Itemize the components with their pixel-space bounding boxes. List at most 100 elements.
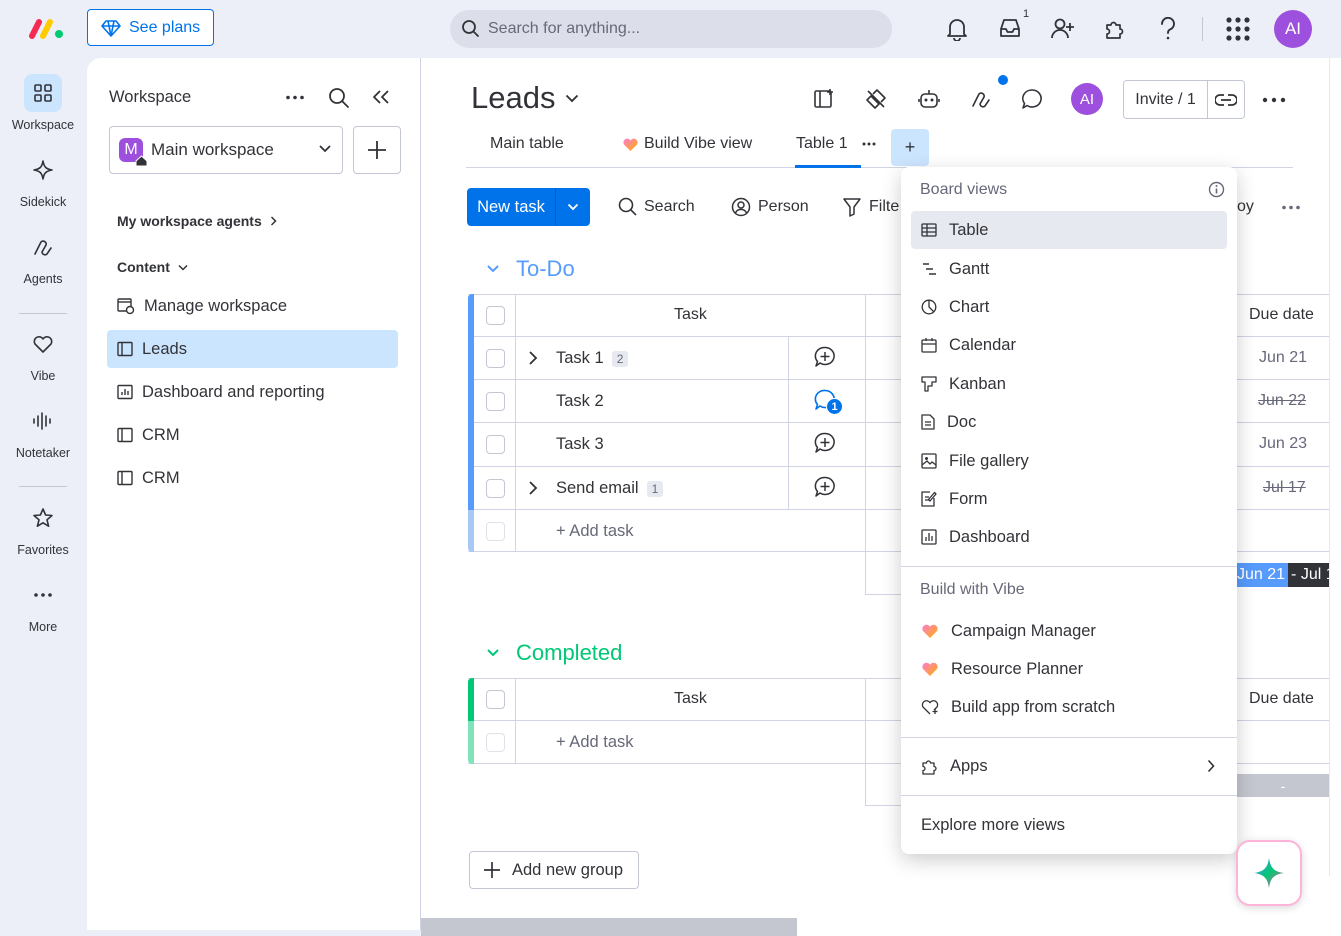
expand-subitems-icon[interactable] [528,480,538,496]
app-switcher-grid-icon[interactable] [1225,16,1251,42]
invite-button[interactable]: Invite / 1 [1124,81,1208,118]
view-option-kanban[interactable]: Kanban [911,365,1227,403]
add-update-icon[interactable] [814,476,836,498]
sidebar-item-leads[interactable]: Leads [107,330,398,368]
view-option-table[interactable]: Table [911,211,1227,249]
view-option-form[interactable]: Form [911,480,1227,518]
sidebar-item-crm[interactable]: CRM [107,416,398,454]
group-title-todo[interactable]: To-Do [516,256,575,282]
sidebar-more-icon[interactable] [285,95,305,100]
add-new-group-button[interactable]: Add new group [469,851,639,889]
integrations-icon[interactable] [865,88,887,110]
add-update-icon[interactable] [814,432,836,454]
add-update-icon[interactable] [814,346,836,368]
table-row[interactable]: Task 1 2 [556,349,629,368]
board-member-avatar[interactable]: AI [1071,83,1103,115]
vibe-option-build-from-scratch[interactable]: Build app from scratch [911,688,1227,726]
group-by-button-fragment[interactable]: oy [1237,198,1254,216]
table-icon [921,223,937,237]
select-all-checkbox[interactable] [486,306,505,325]
tab-build-vibe-view[interactable]: Build Vibe view [622,135,752,153]
due-date-cell[interactable]: Jun 23 [1259,435,1307,453]
rail-item-favorites[interactable]: Favorites [0,499,86,557]
board-title[interactable]: Leads [471,80,579,116]
row-checkbox[interactable] [486,435,505,454]
expand-subitems-icon[interactable] [528,350,538,366]
user-avatar[interactable]: AI [1274,10,1312,48]
group-collapse-chevron-icon[interactable] [486,264,500,274]
vibe-option-resource-planner[interactable]: Resource Planner [911,650,1227,688]
filter-button[interactable]: Filte [842,197,899,217]
horizontal-scrollbar[interactable] [421,918,797,936]
copy-link-button[interactable] [1208,81,1244,118]
collapse-sidebar-icon[interactable] [372,89,390,105]
notifications-bell-icon[interactable] [946,17,968,41]
ai-assistant-button[interactable] [1236,840,1302,906]
add-task-input[interactable]: + Add task [556,733,634,752]
workspace-agents-link[interactable]: My workspace agents [117,213,277,229]
monday-logo[interactable] [28,16,66,40]
rail-item-notetaker[interactable]: Notetaker [0,402,86,460]
add-view-button[interactable]: + [891,129,929,166]
toolbar-more-icon[interactable] [1281,205,1301,210]
rail-item-workspace[interactable]: Workspace [0,74,86,132]
table-row[interactable]: Task 2 [556,392,604,411]
tab-options-icon[interactable] [862,142,876,146]
vibe-option-campaign-manager[interactable]: Campaign Manager [911,612,1227,650]
rail-item-vibe[interactable]: Vibe [0,325,86,383]
apps-puzzle-icon[interactable] [1103,17,1127,41]
automations-robot-icon[interactable] [918,88,940,110]
add-task-input[interactable]: + Add task [556,522,634,541]
explore-more-views-item[interactable]: Explore more views [911,806,1227,844]
row-checkbox[interactable] [486,392,505,411]
vertical-scrollbar[interactable] [1329,58,1341,876]
apps-submenu-item[interactable]: Apps [911,747,1227,785]
agents-icon[interactable] [970,88,992,110]
info-icon[interactable] [1208,181,1225,198]
menu-divider [901,737,1237,738]
sidebar-item-crm[interactable]: CRM [107,459,398,497]
view-option-doc[interactable]: Doc [911,403,1227,441]
sidebar-item-manage-workspace[interactable]: Manage workspace [107,287,398,325]
help-icon[interactable] [1159,17,1177,41]
due-date-cell[interactable]: Jul 17 [1263,479,1306,497]
add-workspace-item-button[interactable] [353,126,401,174]
sidebar-item-dashboard[interactable]: Dashboard and reporting [107,373,398,411]
table-row[interactable]: Task 3 [556,435,604,454]
see-plans-button[interactable]: See plans [87,9,214,46]
sidekick-panel-icon[interactable] [813,88,835,110]
row-checkbox[interactable] [486,479,505,498]
rail-item-agents[interactable]: Agents [0,228,86,286]
group-title-completed[interactable]: Completed [516,640,622,666]
select-all-checkbox[interactable] [486,690,505,709]
board-more-icon[interactable] [1262,97,1286,103]
table-row[interactable]: Send email 1 [556,479,664,498]
tab-main-table[interactable]: Main table [490,135,564,153]
view-option-calendar[interactable]: Calendar [911,326,1227,364]
board-search-button[interactable]: Search [618,197,695,216]
row-checkbox[interactable] [486,349,505,368]
content-section-toggle[interactable]: Content [117,259,188,275]
view-option-gantt[interactable]: Gantt [911,250,1227,288]
global-search-input[interactable]: Search for anything... [450,10,892,48]
apps-puzzle-icon [921,758,938,775]
rail-item-more[interactable]: More [0,576,86,634]
sidebar-search-icon[interactable] [328,87,350,109]
row-divider [474,422,901,423]
workspace-selector[interactable]: M Main workspace [109,126,343,174]
invite-members-icon[interactable] [1051,17,1075,39]
tab-table-1[interactable]: Table 1 [796,135,876,153]
view-option-file-gallery[interactable]: File gallery [911,442,1227,480]
view-option-dashboard[interactable]: Dashboard [911,518,1227,556]
new-task-button[interactable]: New task [467,188,556,226]
new-task-dropdown-button[interactable] [556,188,590,226]
view-option-chart[interactable]: Chart [911,288,1227,326]
due-date-cell[interactable]: Jun 22 [1258,392,1306,410]
group-collapse-chevron-icon[interactable] [486,648,500,658]
due-date-cell[interactable]: Jun 21 [1259,349,1307,367]
person-filter-button[interactable]: Person [731,197,809,217]
rail-item-sidekick[interactable]: Sidekick [0,151,86,209]
updates-chat-icon[interactable] [1021,88,1043,110]
inbox-icon[interactable] [999,17,1021,39]
rail-label-agents: Agents [23,272,63,286]
